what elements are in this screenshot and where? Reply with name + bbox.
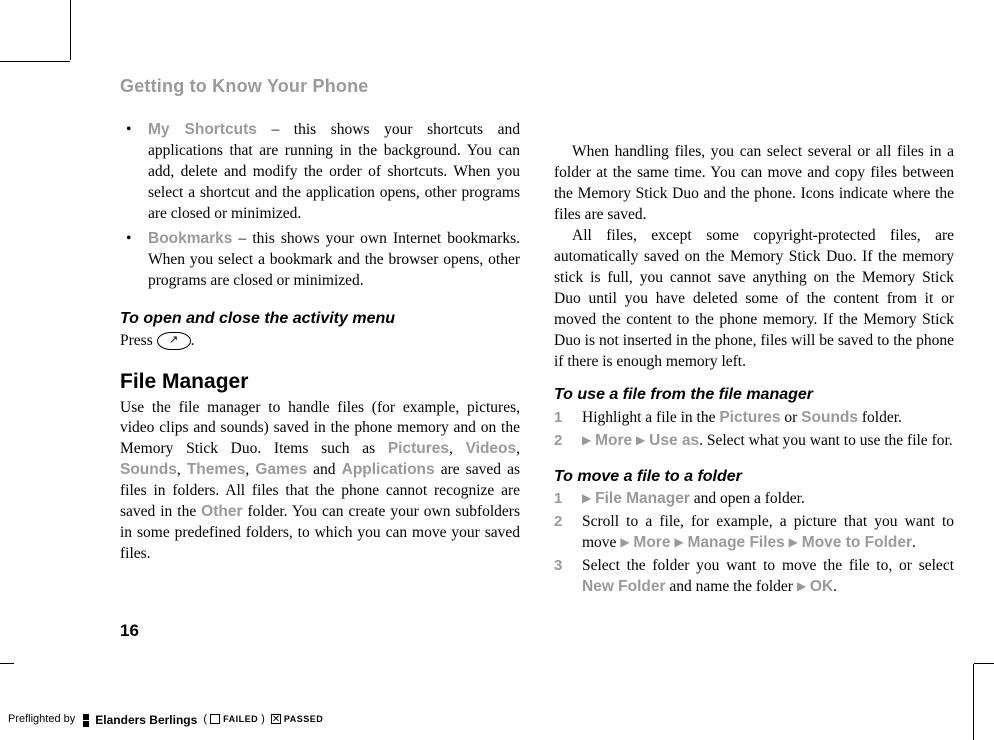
column-right: When handling files, you can select seve…	[554, 120, 954, 598]
crop-mark	[974, 663, 994, 664]
ui-label-themes: Themes	[187, 461, 246, 478]
step-number: 2	[554, 431, 582, 452]
subheading-move-file: To move a file to a folder	[554, 466, 954, 488]
ui-label-applications: Applications	[342, 461, 435, 478]
step-number: 2	[554, 512, 582, 554]
step-text: ▶ More ▶ Use as. Select what you want to…	[582, 431, 954, 452]
crop-mark	[0, 663, 14, 664]
chevron-right-icon: ▶	[674, 535, 683, 549]
chevron-right-icon: ▶	[789, 535, 798, 549]
bullet-text: My Shortcuts – this shows your shortcuts…	[148, 120, 520, 225]
paragraph: When handling files, you can select seve…	[554, 142, 954, 226]
checkbox-checked-icon	[271, 714, 281, 724]
bullet: •	[120, 120, 148, 225]
step-number: 1	[554, 408, 582, 429]
page-content: Getting to Know Your Phone • My Shortcut…	[120, 74, 955, 643]
heading-file-manager: File Manager	[120, 368, 520, 396]
list-item: • Bookmarks – this shows your own Intern…	[120, 229, 520, 292]
step-text: ▶ File Manager and open a folder.	[582, 489, 954, 510]
ui-label-use-as: Use as	[649, 432, 699, 449]
step-row: 3 Select the folder you want to move the…	[554, 556, 954, 598]
preflight-label: Preflighted by	[8, 712, 75, 727]
column-left: • My Shortcuts – this shows your shortcu…	[120, 120, 520, 598]
failed-group: ( FAILED )	[203, 712, 265, 727]
chevron-right-icon: ▶	[582, 491, 591, 505]
bullet-text: Bookmarks – this shows your own Internet…	[148, 229, 520, 292]
running-header: Getting to Know Your Phone	[120, 74, 955, 98]
paragraph: Use the file manager to handle files (fo…	[120, 398, 520, 565]
ui-label-file-manager: File Manager	[595, 490, 690, 507]
ui-label-ok: OK	[810, 578, 833, 595]
subheading-open-close-activity: To open and close the activity menu	[120, 308, 520, 330]
step-text: Select the folder you want to move the f…	[582, 556, 954, 598]
ui-label-more: More	[633, 534, 670, 551]
checkbox-icon	[210, 714, 220, 724]
step-row: 2 Scroll to a file, for example, a pictu…	[554, 512, 954, 554]
subheading-use-file: To use a file from the file manager	[554, 384, 954, 406]
preflight-footer: Preflighted by Elanders Berlings ( FAILE…	[8, 712, 323, 728]
crop-mark	[70, 0, 71, 60]
passed-group: PASSED	[271, 712, 323, 727]
ui-label-new-folder: New Folder	[582, 578, 666, 595]
step-row: 2 ▶ More ▶ Use as. Select what you want …	[554, 431, 954, 452]
ui-label-bookmarks: Bookmarks	[148, 230, 232, 247]
step-number: 3	[554, 556, 582, 598]
list-item: • My Shortcuts – this shows your shortcu…	[120, 120, 520, 225]
page-number: 16	[120, 620, 955, 643]
bullet: •	[120, 229, 148, 292]
press-instruction: Press .	[120, 331, 520, 352]
step-number: 1	[554, 489, 582, 510]
chevron-right-icon: ▶	[636, 433, 645, 447]
brand-name: Elanders Berlings	[95, 712, 197, 728]
ui-label-pictures: Pictures	[388, 440, 449, 457]
chevron-right-icon: ▶	[582, 433, 591, 447]
elanders-logo-icon	[83, 714, 89, 727]
step-text: Highlight a file in the Pictures or Soun…	[582, 408, 954, 429]
ui-label-manage-files: Manage Files	[687, 534, 784, 551]
step-row: 1 ▶ File Manager and open a folder.	[554, 489, 954, 510]
crop-mark	[973, 664, 974, 740]
crop-mark	[0, 61, 70, 62]
step-row: 1 Highlight a file in the Pictures or So…	[554, 408, 954, 429]
ui-label-sounds: Sounds	[801, 409, 858, 426]
step-text: Scroll to a file, for example, a picture…	[582, 512, 954, 554]
ui-label-other: Other	[201, 503, 242, 520]
paragraph: All files, except some copyright-protect…	[554, 226, 954, 372]
activity-key-icon	[157, 332, 191, 350]
ui-label-my-shortcuts: My Shortcuts	[148, 121, 257, 138]
chevron-right-icon: ▶	[620, 535, 629, 549]
ui-label-sounds: Sounds	[120, 461, 177, 478]
ui-label-more: More	[595, 432, 632, 449]
ui-label-pictures: Pictures	[719, 409, 780, 426]
ui-label-move-to-folder: Move to Folder	[802, 534, 912, 551]
ui-label-games: Games	[255, 461, 307, 478]
chevron-right-icon: ▶	[797, 579, 806, 593]
ui-label-videos: Videos	[466, 440, 517, 457]
